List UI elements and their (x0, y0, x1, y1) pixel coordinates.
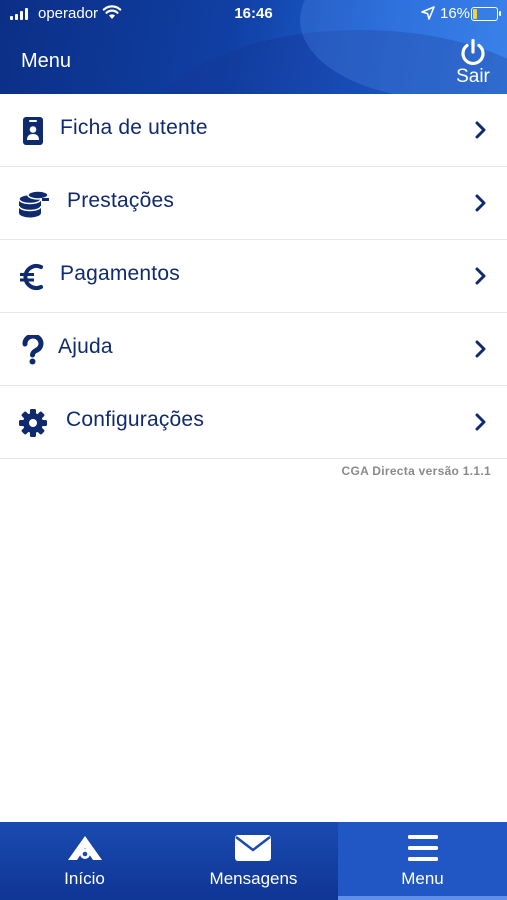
hamburger-icon (408, 835, 438, 861)
gear-icon (19, 409, 47, 437)
tab-bar: Início Mensagens Menu (0, 822, 507, 900)
logout-button[interactable]: Sair (448, 36, 498, 90)
menu-item-ficha-de-utente[interactable]: Ficha de utente (0, 94, 507, 167)
tab-label: Menu (401, 869, 444, 888)
coins-icon (18, 190, 49, 218)
menu-item-configuracoes[interactable]: Configurações (0, 386, 507, 459)
status-bar: operador 16:46 16% (0, 0, 507, 28)
menu-item-prestacoes[interactable]: Prestações (0, 167, 507, 240)
home-logo-icon (68, 836, 102, 860)
tab-menu[interactable]: Menu (338, 822, 507, 900)
page-title: Menu (21, 50, 72, 72)
tab-label: Mensagens (209, 869, 298, 888)
euro-icon (20, 264, 43, 290)
logout-label: Sair (456, 66, 490, 87)
battery-icon (471, 7, 501, 21)
menu-item-label: Ficha de utente (60, 116, 208, 139)
id-badge-icon (23, 117, 43, 145)
chevron-right-icon (475, 121, 486, 139)
chevron-right-icon (475, 267, 486, 285)
menu-list: Ficha de utente Prestações Pagamentos Aj… (0, 94, 507, 459)
tab-inicio[interactable]: Início (0, 822, 169, 900)
active-tab-indicator (338, 896, 507, 900)
menu-item-pagamentos[interactable]: Pagamentos (0, 240, 507, 313)
chevron-right-icon (475, 194, 486, 212)
location-arrow-icon (421, 6, 435, 20)
chevron-right-icon (475, 340, 486, 358)
app-version: CGA Directa versão 1.1.1 (341, 464, 491, 478)
battery-level (473, 9, 477, 19)
menu-item-label: Configurações (66, 408, 205, 431)
menu-item-label: Ajuda (58, 335, 113, 358)
power-icon (461, 38, 485, 66)
envelope-icon (235, 835, 271, 861)
menu-item-ajuda[interactable]: Ajuda (0, 313, 507, 386)
battery-percentage: 16% (440, 5, 471, 22)
tab-mensagens[interactable]: Mensagens (169, 822, 338, 900)
menu-item-label: Pagamentos (60, 262, 180, 285)
chevron-right-icon (475, 413, 486, 431)
tab-label: Início (64, 869, 105, 888)
question-icon (22, 335, 44, 365)
menu-item-label: Prestações (67, 189, 175, 212)
app-header: operador 16:46 16% Menu Sair (0, 0, 507, 94)
